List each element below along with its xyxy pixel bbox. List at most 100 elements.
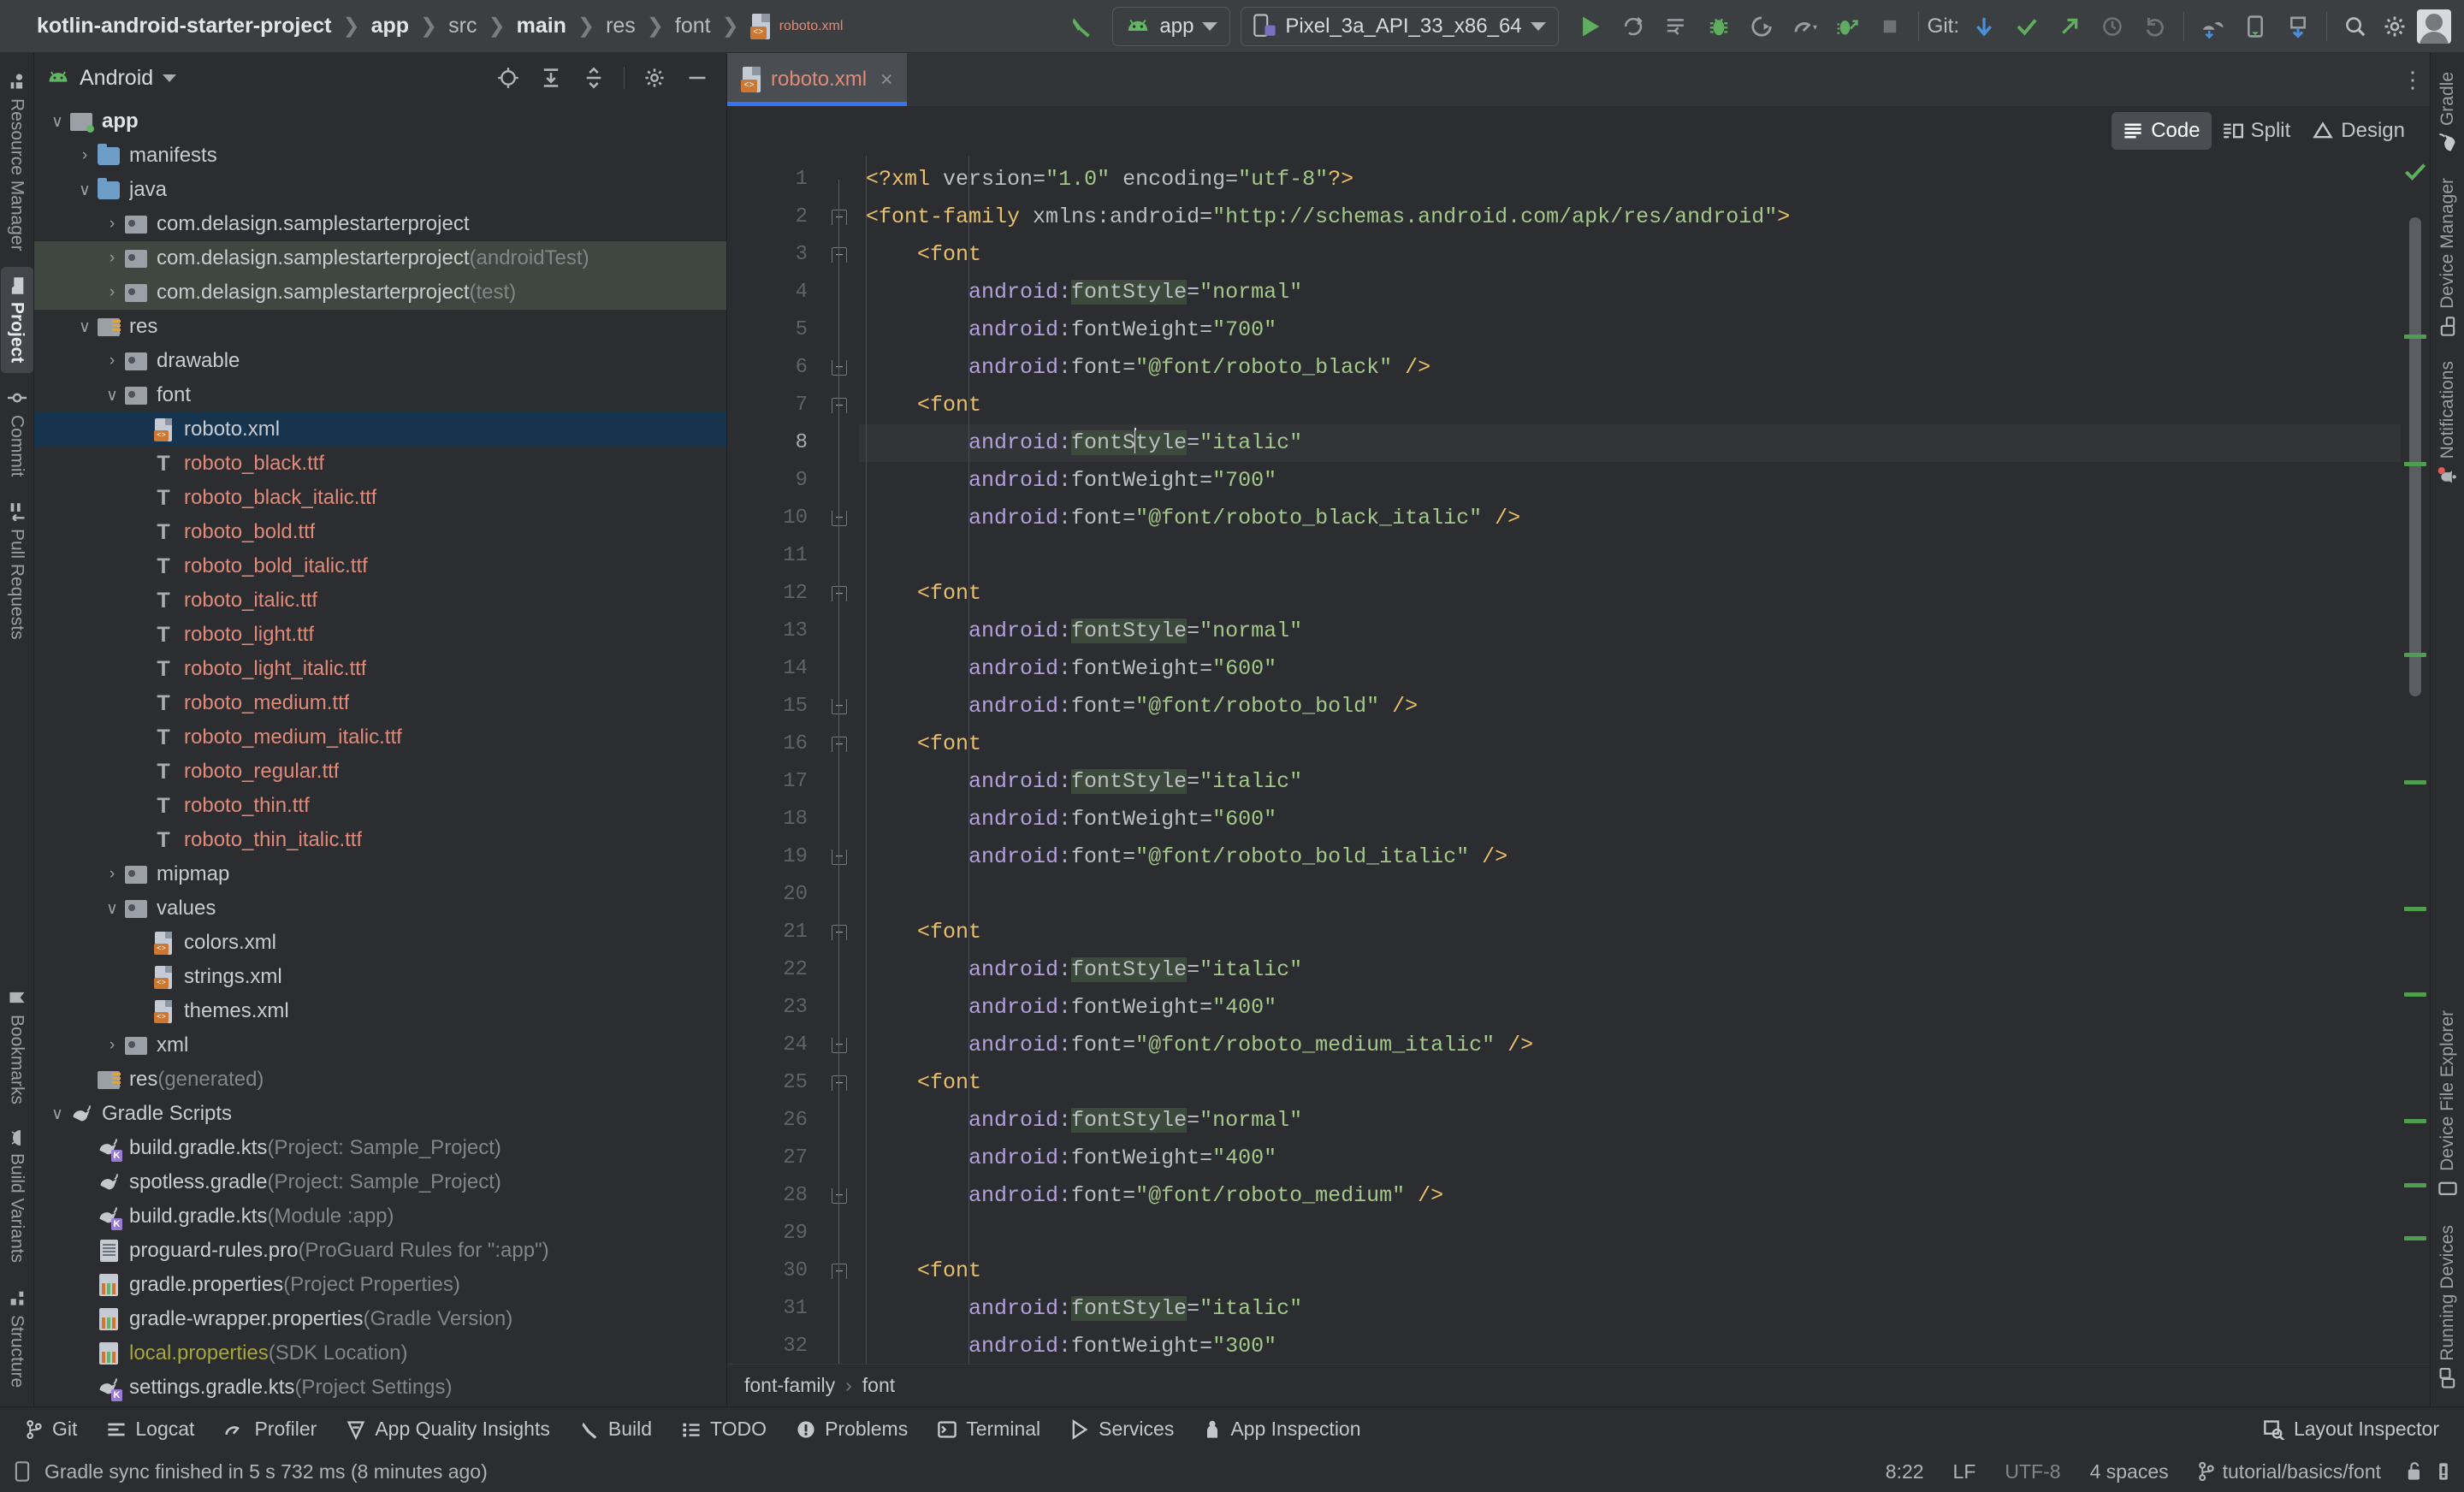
hide-panel-button[interactable]	[680, 61, 714, 95]
vcs-change-marker[interactable]	[2404, 652, 2426, 657]
code-line[interactable]: android:fontStyle="italic"	[859, 1290, 2401, 1328]
code-content[interactable]: <?xml version="1.0" encoding="utf-8"?> <f…	[859, 156, 2401, 1364]
rail-item-pull-requests[interactable]: Pull Requests	[1, 492, 33, 650]
code-editor[interactable]: 1 2 3 4 5 6 7 8 9 10 11 12 13 14 15 16 17 18 19 20 21 22 23 24 2…	[727, 156, 2430, 1364]
code-line[interactable]: <font	[859, 914, 2401, 951]
rail-item-running-devices[interactable]: Running Devices	[2431, 1215, 2464, 1398]
tool-window-app-quality-insights[interactable]: App Quality Insights	[331, 1418, 565, 1441]
tree-node[interactable]: › com.delasign.samplestarterproject (andr…	[34, 241, 726, 275]
git-history-button[interactable]	[2093, 7, 2132, 46]
tree-node[interactable]: ∨ app	[34, 104, 726, 139]
tree-node[interactable]: › drawable	[34, 344, 726, 378]
project-view-selector[interactable]: Android	[46, 66, 177, 91]
tree-node[interactable]: ∨ Gradle Scripts	[34, 1097, 726, 1131]
debug-button[interactable]	[1699, 7, 1738, 46]
sdk-manager-button[interactable]	[2278, 7, 2318, 46]
tool-window-git[interactable]: Git	[10, 1418, 92, 1441]
fold-close-icon[interactable]: −	[832, 1188, 847, 1204]
fold-open-icon[interactable]: −	[832, 586, 847, 601]
tree-node[interactable]: › com.delasign.samplestarterproject	[34, 207, 726, 241]
inspections-icon[interactable]	[2435, 1461, 2452, 1482]
code-line[interactable]: android:font="@font/roboto_black" />	[859, 349, 2401, 387]
fold-open-icon[interactable]: −	[832, 1264, 847, 1279]
fold-open-icon[interactable]: −	[832, 398, 847, 413]
run-button[interactable]	[1571, 7, 1610, 46]
tree-chevron-right-icon[interactable]: ›	[101, 215, 123, 234]
code-line[interactable]: android:font="@font/roboto_bold" />	[859, 688, 2401, 725]
tree-node[interactable]: Kbuild.gradle.kts (Module :app)	[34, 1199, 726, 1234]
tree-chevron-right-icon[interactable]: ›	[101, 249, 123, 268]
vcs-change-marker[interactable]	[2404, 1235, 2426, 1240]
tree-node[interactable]: gradle-wrapper.properties (Gradle Versio…	[34, 1302, 726, 1336]
tool-window-layout-inspector[interactable]: Layout Inspector	[2248, 1418, 2454, 1441]
breadcrumb-item-res[interactable]: res	[596, 14, 645, 38]
rail-item-device-manager[interactable]: Device Manager	[2431, 168, 2464, 346]
tool-window-problems[interactable]: Problems	[781, 1418, 922, 1441]
code-line[interactable]: <?xml version="1.0" encoding="utf-8"?>	[859, 161, 2401, 198]
tree-chevron-right-icon[interactable]: ›	[74, 146, 96, 165]
editor-breadcrumb-item[interactable]: font-family	[744, 1374, 835, 1397]
tool-window-build[interactable]: Build	[565, 1418, 666, 1441]
code-line[interactable]	[859, 1215, 2401, 1252]
tree-node[interactable]: ∨ java	[34, 173, 726, 207]
code-line[interactable]: android:fontWeight="600"	[859, 801, 2401, 838]
git-rollback-button[interactable]	[2135, 7, 2175, 46]
tree-chevron-right-icon[interactable]: ›	[101, 283, 123, 302]
code-line[interactable]: android:fontStyle="italic"	[859, 951, 2401, 989]
code-line[interactable]: <font	[859, 1252, 2401, 1290]
tree-node[interactable]: › xml	[34, 1028, 726, 1063]
code-line[interactable]: android:font="@font/roboto_medium_italic…	[859, 1027, 2401, 1064]
tree-node[interactable]: res (generated)	[34, 1063, 726, 1097]
close-icon[interactable]: ×	[880, 68, 893, 92]
vcs-change-marker[interactable]	[2404, 779, 2426, 784]
rail-item-device-file-explorer[interactable]: Device File Explorer	[2431, 1000, 2464, 1210]
code-line[interactable]: android:fontStyle="italic"	[859, 424, 2401, 462]
code-line[interactable]: android:fontStyle="italic"	[859, 763, 2401, 801]
mode-code-button[interactable]: Code	[2112, 112, 2212, 150]
fold-open-icon[interactable]: −	[832, 210, 847, 225]
stop-button[interactable]	[1870, 7, 1910, 46]
tool-window-terminal[interactable]: Terminal	[922, 1418, 1055, 1441]
editor-marker-bar[interactable]	[2401, 156, 2430, 1364]
code-line[interactable]: android:fontWeight="400"	[859, 1140, 2401, 1177]
device-selector[interactable]: Pixel_3a_API_33_x86_64	[1241, 6, 1559, 46]
code-line[interactable]	[859, 876, 2401, 914]
tool-window-app-inspection[interactable]: App Inspection	[1188, 1418, 1375, 1441]
run-with-coverage-button[interactable]	[1742, 7, 1781, 46]
breadcrumb-current-file[interactable]: <> roboto.xml	[741, 13, 853, 39]
code-line[interactable]: android:fontWeight="600"	[859, 650, 2401, 688]
tree-chevron-right-icon[interactable]: ›	[101, 352, 123, 370]
tool-window-logcat[interactable]: Logcat	[92, 1418, 209, 1441]
editor-options-kebab-icon[interactable]: ⋮	[2396, 53, 2430, 106]
vcs-change-marker[interactable]	[2404, 1182, 2426, 1187]
code-line[interactable]: android:fontWeight="400"	[859, 989, 2401, 1027]
vcs-change-marker[interactable]	[2404, 334, 2426, 339]
rail-item-gradle[interactable]: Gradle	[2431, 62, 2464, 163]
tree-node[interactable]: › com.delasign.samplestarterproject (test…	[34, 275, 726, 310]
vcs-change-marker[interactable]	[2404, 1119, 2426, 1124]
breadcrumb-item-src[interactable]: src	[439, 14, 486, 38]
rail-item-bookmarks[interactable]: Bookmarks	[1, 978, 33, 1115]
tool-window-profiler[interactable]: Profiler	[209, 1418, 331, 1441]
code-line[interactable]: android:fontStyle="normal"	[859, 274, 2401, 311]
tree-chevron-down-icon[interactable]: ∨	[101, 899, 123, 919]
project-tree[interactable]: ∨ app › manifests ∨ java › com.delasign.samples…	[34, 103, 726, 1406]
tree-node[interactable]: Troboto_medium.ttf	[34, 686, 726, 720]
tree-chevron-right-icon[interactable]: ›	[101, 1036, 123, 1055]
rail-item-commit[interactable]: Commit	[1, 378, 33, 487]
unlocked-icon[interactable]	[2406, 1461, 2423, 1482]
git-update-project-button[interactable]	[1964, 7, 2004, 46]
tool-window-todo[interactable]: TODO	[666, 1418, 781, 1441]
code-line[interactable]: <font	[859, 387, 2401, 424]
code-line[interactable]: android:fontWeight="700"	[859, 462, 2401, 500]
rail-item-resource-manager[interactable]: Resource Manager	[1, 62, 33, 262]
tree-chevron-down-icon[interactable]: ∨	[46, 1104, 68, 1124]
device-explorer-button[interactable]	[2236, 7, 2275, 46]
fold-close-icon[interactable]: −	[832, 699, 847, 714]
select-opened-file-button[interactable]	[491, 61, 525, 95]
code-line[interactable]	[859, 537, 2401, 575]
profile-button[interactable]	[1785, 7, 1824, 46]
mode-split-button[interactable]: Split	[2212, 112, 2302, 150]
attach-debugger-button[interactable]	[1827, 7, 1867, 46]
tree-node[interactable]: Kbuild.gradle.kts (Project: Sample_Proje…	[34, 1131, 726, 1165]
